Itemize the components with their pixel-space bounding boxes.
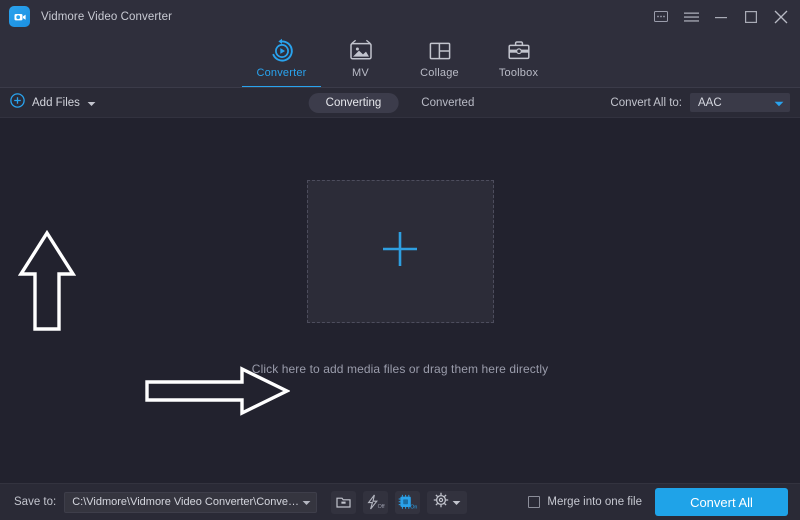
hardware-acceleration-icon[interactable]: Off [363,491,388,514]
content-area: Click here to add media files or drag th… [0,118,800,483]
app-logo-icon [9,6,30,27]
chevron-down-icon[interactable] [302,493,311,511]
window-controls [646,0,796,33]
title-bar: Vidmore Video Converter [0,0,800,33]
open-folder-icon[interactable] [331,491,356,514]
hamburger-menu-icon[interactable] [676,0,706,33]
converter-icon [269,36,295,66]
toolbox-briefcase-icon [506,36,532,66]
mv-image-icon [348,36,374,66]
svg-text:Off: Off [377,504,385,510]
dropzone-hint-text: Click here to add media files or drag th… [252,362,548,376]
close-icon[interactable] [766,0,796,33]
media-dropzone[interactable] [307,180,494,323]
app-title: Vidmore Video Converter [41,11,172,23]
gpu-chip-icon[interactable]: On [395,491,420,514]
main-nav-tabs: Converter MV Collage [0,33,800,88]
tab-toolbox[interactable]: Toolbox [479,33,558,88]
tab-converter-label: Converter [256,67,306,79]
add-files-label: Add Files [32,97,80,109]
tab-collage[interactable]: Collage [400,33,479,88]
status-filter-tabs: Converting Converted [309,93,492,113]
toolbar: Add Files Converting Converted Convert A… [0,88,800,118]
chevron-down-icon [774,94,784,112]
save-path-input[interactable]: C:\Vidmore\Vidmore Video Converter\Conve… [64,492,317,513]
tab-mv-label: MV [352,67,369,79]
tab-converter[interactable]: Converter [242,33,321,88]
tab-mv[interactable]: MV [321,33,400,88]
settings-gear-button[interactable] [427,491,467,514]
merge-checkbox[interactable] [528,496,540,508]
convert-all-to-label: Convert All to: [610,97,682,109]
add-files-button[interactable]: Add Files [10,93,96,113]
convert-all-button[interactable]: Convert All [655,488,788,516]
feedback-icon[interactable] [646,0,676,33]
convert-all-to-group: Convert All to: AAC [610,93,790,112]
save-path-value: C:\Vidmore\Vidmore Video Converter\Conve… [72,496,302,508]
chevron-down-icon[interactable] [87,94,96,112]
format-select[interactable]: AAC [690,93,790,112]
bottom-icon-row: Off On [331,491,467,514]
minimize-icon[interactable] [706,0,736,33]
svg-text:On: On [410,504,417,510]
collage-grid-icon [427,36,453,66]
tab-converting[interactable]: Converting [309,93,399,113]
plus-icon [378,227,422,276]
chevron-down-icon [452,493,461,511]
bottom-bar: Save to: C:\Vidmore\Vidmore Video Conver… [0,483,800,520]
save-to-label: Save to: [14,496,56,508]
plus-circle-icon [10,93,25,113]
bottom-right-group: Merge into one file Convert All [528,488,788,516]
maximize-icon[interactable] [736,0,766,33]
tab-toolbox-label: Toolbox [499,67,538,79]
settings-gear-icon [433,492,449,513]
tab-collage-label: Collage [420,67,459,79]
merge-into-one-file-option[interactable]: Merge into one file [528,496,642,508]
app-window: Vidmore Video Converter [0,0,800,520]
format-select-value: AAC [698,97,722,109]
arrow-up-annotation [18,230,76,337]
tab-converted[interactable]: Converted [404,93,491,113]
merge-label: Merge into one file [547,496,642,508]
